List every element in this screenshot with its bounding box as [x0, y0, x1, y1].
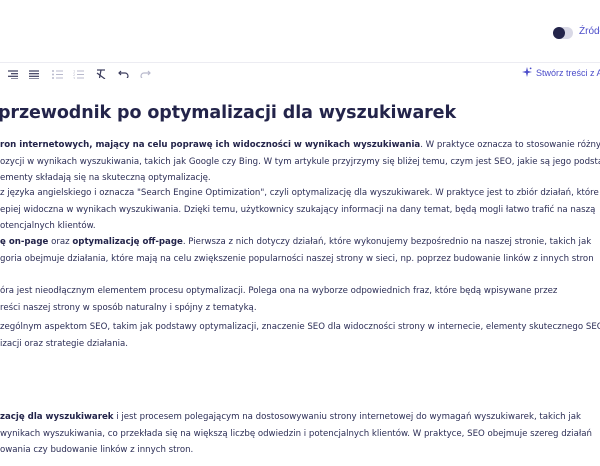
paragraph-intro: ron internetowych, mający na celu popraw… [0, 140, 600, 183]
paragraph-definition: z języka angielskiego i oznacza "Search … [0, 188, 599, 231]
article-title: przewodnik po optymalizacji dla wyszukiw… [0, 103, 456, 123]
undo-icon[interactable] [116, 67, 130, 81]
editor-header: Źródł [0, 0, 600, 63]
clear-format-icon[interactable] [94, 67, 108, 81]
bullet-list-icon[interactable] [50, 67, 64, 81]
source-toggle[interactable] [553, 27, 573, 39]
paragraph-aspects: zególnym aspektom SEO, takim jak podstaw… [0, 322, 600, 349]
bold-text: optymalizację off-page [72, 237, 183, 247]
sparkle-icon [522, 67, 532, 79]
ai-generate-button[interactable]: Stwórz treści z A [522, 67, 600, 79]
ai-generate-label: Stwórz treści z A [536, 68, 600, 78]
numbered-list-icon[interactable]: 123 [71, 67, 85, 81]
paragraph-types: ę on-page oraz optymalizację off-page. P… [0, 237, 594, 264]
align-right-icon[interactable] [6, 67, 20, 81]
bold-text: ę on-page [0, 237, 49, 247]
editor-content[interactable]: przewodnik po optymalizacji dla wyszukiw… [0, 85, 600, 466]
source-toggle-label: Źródł [579, 26, 600, 37]
paragraph-keywords: óra jest nieodłącznym elementem procesu … [0, 286, 558, 313]
redo-icon[interactable] [138, 67, 152, 81]
editor-toolbar: 123 Stwórz treści z A [0, 63, 600, 85]
bold-text: ron internetowych, mający na celu popraw… [0, 140, 421, 150]
align-justify-icon[interactable] [27, 67, 41, 81]
paragraph-seo-process: zację dla wyszukiwarek i jest procesem p… [0, 412, 592, 455]
svg-text:3: 3 [73, 76, 75, 79]
toggle-knob [553, 27, 565, 39]
bold-text: zację dla wyszukiwarek [0, 412, 114, 422]
